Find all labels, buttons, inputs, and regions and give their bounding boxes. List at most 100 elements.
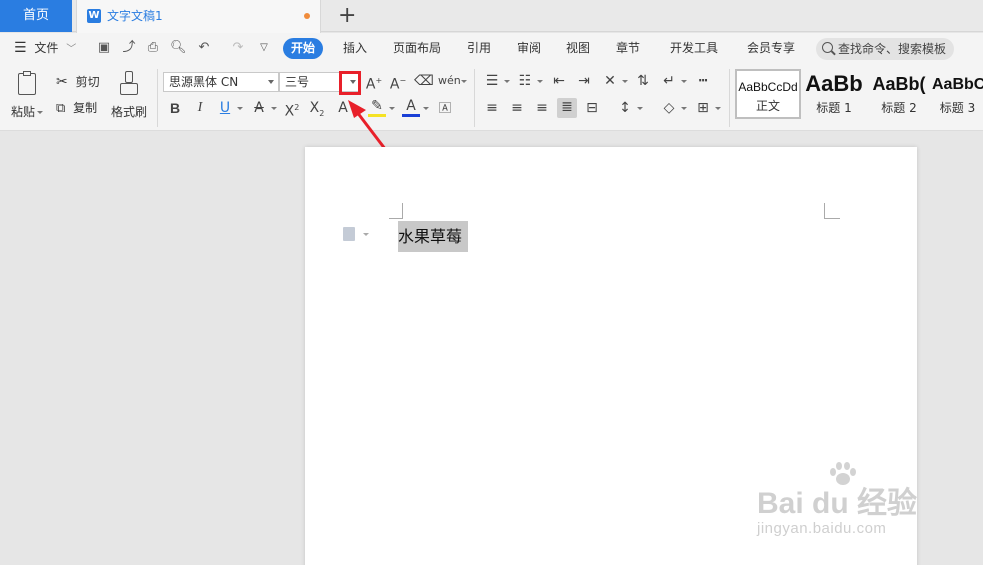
copy-button[interactable]: ⧉ 复制 — [56, 99, 97, 118]
chinese-layout-dropdown-icon[interactable] — [622, 80, 628, 83]
format-painter-label: 格式刷 — [110, 105, 147, 119]
show-marks-icon[interactable]: ↵ — [660, 72, 678, 90]
tab-bar: 首页 W 文字文稿1 + — [0, 0, 983, 33]
increase-font-size-icon[interactable]: A+ — [364, 72, 384, 94]
copy-label: 复制 — [73, 101, 98, 115]
ribbon-divider — [157, 69, 158, 127]
tab-page-layout[interactable]: 页面布局 — [385, 38, 449, 59]
increase-indent-icon[interactable]: ⇥ — [575, 72, 593, 90]
strikethrough-icon[interactable]: A — [250, 99, 268, 117]
tab-document[interactable]: W 文字文稿1 — [76, 0, 321, 33]
print-icon[interactable]: ⎙ — [145, 40, 161, 56]
tab-chapter[interactable]: 章节 — [608, 38, 648, 59]
numbered-list-dropdown-icon[interactable] — [537, 80, 543, 83]
chevron-down-icon — [268, 80, 274, 84]
distribute-icon[interactable]: ⊟ — [583, 99, 601, 117]
document-tab-title: 文字文稿1 — [107, 9, 163, 23]
clipboard-icon — [14, 71, 40, 97]
style-heading-1[interactable]: AaBb 标题 1 — [802, 69, 866, 119]
align-center-icon[interactable]: ≡ — [508, 99, 526, 117]
sort-icon[interactable]: ⇅ — [634, 72, 652, 90]
file-menu[interactable]: ☰ 文件 ﹀ — [14, 33, 76, 63]
redo-icon[interactable]: ↷ — [230, 40, 246, 56]
phonetic-guide-icon[interactable]: wén — [438, 72, 461, 90]
align-left-icon[interactable]: ≡ — [483, 99, 501, 117]
annotation-highlight-box — [339, 71, 361, 95]
line-spacing-icon[interactable]: ↕ — [616, 99, 634, 117]
justify-icon[interactable]: ≣ — [557, 98, 577, 118]
decrease-font-size-icon[interactable]: A− — [388, 72, 408, 94]
strikethrough-dropdown-icon[interactable] — [271, 107, 277, 110]
line-spacing-dropdown-icon[interactable] — [637, 107, 643, 110]
undo-icon[interactable]: ↶ — [196, 40, 212, 56]
tab-view[interactable]: 视图 — [558, 38, 598, 59]
command-search-input[interactable]: 查找命令、搜索模板 — [816, 38, 954, 60]
selected-document-text[interactable]: 水果草莓 — [398, 221, 469, 252]
quick-access-more-icon[interactable]: ▽ — [256, 40, 272, 56]
bold-icon[interactable]: B — [166, 99, 184, 117]
decrease-indent-icon[interactable]: ⇤ — [550, 72, 568, 90]
paste-button[interactable]: 粘贴 — [10, 71, 44, 120]
save-icon[interactable]: ▣ — [96, 40, 112, 56]
borders-dropdown-icon[interactable] — [715, 107, 721, 110]
paragraph-handle-icon[interactable] — [343, 227, 355, 241]
paragraph-handle-dropdown-icon[interactable] — [363, 233, 369, 236]
bullet-list-icon[interactable]: ☰ — [483, 72, 501, 90]
text-effect-dropdown-icon[interactable] — [355, 107, 361, 110]
shading-icon[interactable]: ◇ — [660, 99, 678, 117]
style-heading-2[interactable]: AaBb( 标题 2 — [868, 69, 930, 119]
tab-member[interactable]: 会员专享 — [739, 38, 803, 59]
scissors-icon: ✂ — [56, 74, 68, 90]
tab-references[interactable]: 引用 — [459, 38, 499, 59]
underline-icon[interactable]: U — [216, 99, 234, 117]
font-color-icon[interactable]: A — [402, 99, 420, 117]
font-color-dropdown-icon[interactable] — [423, 107, 429, 110]
style-heading-3[interactable]: AaBbC 标题 3 — [932, 69, 983, 119]
chinese-layout-icon[interactable]: ✕ — [601, 72, 619, 90]
ruler-icon[interactable]: ┅ — [694, 72, 712, 90]
tab-review[interactable]: 审阅 — [509, 38, 549, 59]
ribbon-toolbar: 粘贴 ✂ 剪切 ⧉ 复制 格式刷 思源黑体 CN 三号 A+ A− ⌫ wén … — [0, 63, 983, 131]
text-effect-icon[interactable]: A — [334, 99, 352, 117]
font-name-select[interactable]: 思源黑体 CN — [163, 72, 279, 92]
numbered-list-icon[interactable]: ☷ — [516, 72, 534, 90]
character-border-icon[interactable]: 🄰 — [436, 99, 454, 117]
highlight-pen-icon[interactable]: ✎ — [368, 99, 386, 117]
cut-button[interactable]: ✂ 剪切 — [56, 73, 100, 91]
tab-insert[interactable]: 插入 — [335, 38, 375, 59]
style-heading-3-sample: AaBbC — [932, 76, 983, 93]
ribbon-divider — [729, 69, 730, 127]
borders-icon[interactable]: ⊞ — [694, 99, 712, 117]
hamburger-icon: ☰ — [14, 40, 27, 56]
highlight-dropdown-icon[interactable] — [389, 107, 395, 110]
underline-dropdown-icon[interactable] — [237, 107, 243, 110]
margin-corner-mark — [389, 203, 403, 219]
tab-start[interactable]: 开始 — [283, 38, 324, 59]
chevron-down-icon: ﹀ — [66, 44, 77, 55]
align-right-icon[interactable]: ≡ — [533, 99, 551, 117]
copy-icon: ⧉ — [56, 101, 66, 116]
tab-home[interactable]: 首页 — [0, 0, 72, 32]
new-tab-plus-icon[interactable]: + — [338, 2, 356, 30]
format-painter-button[interactable]: 格式刷 — [110, 71, 148, 120]
margin-corner-mark — [824, 203, 840, 219]
superscript-icon[interactable]: X2 — [283, 99, 301, 121]
phonetic-dropdown-icon[interactable] — [461, 80, 467, 83]
watermark-url: jingyan.baidu.com — [757, 520, 887, 537]
watermark-brand: Bai du 经验 — [757, 487, 918, 520]
export-pdf-icon[interactable]: ⤴ — [121, 40, 137, 56]
subscript-icon[interactable]: X2 — [308, 99, 326, 123]
paste-dropdown-icon — [37, 111, 43, 114]
ribbon-divider — [474, 69, 475, 127]
style-heading-1-name: 标题 1 — [816, 101, 852, 115]
style-normal-name: 正文 — [755, 99, 780, 113]
style-normal[interactable]: AaBbCcDd 正文 — [735, 69, 801, 119]
shading-dropdown-icon[interactable] — [681, 107, 687, 110]
clear-formatting-eraser-icon[interactable]: ⌫ — [414, 72, 434, 90]
italic-icon[interactable]: I — [191, 99, 209, 117]
bullet-list-dropdown-icon[interactable] — [504, 80, 510, 83]
tab-developer[interactable]: 开发工具 — [662, 38, 726, 59]
print-preview-icon[interactable]: 🔍︎ — [170, 40, 187, 56]
show-marks-dropdown-icon[interactable] — [681, 80, 687, 83]
search-placeholder: 查找命令、搜索模板 — [838, 42, 947, 56]
